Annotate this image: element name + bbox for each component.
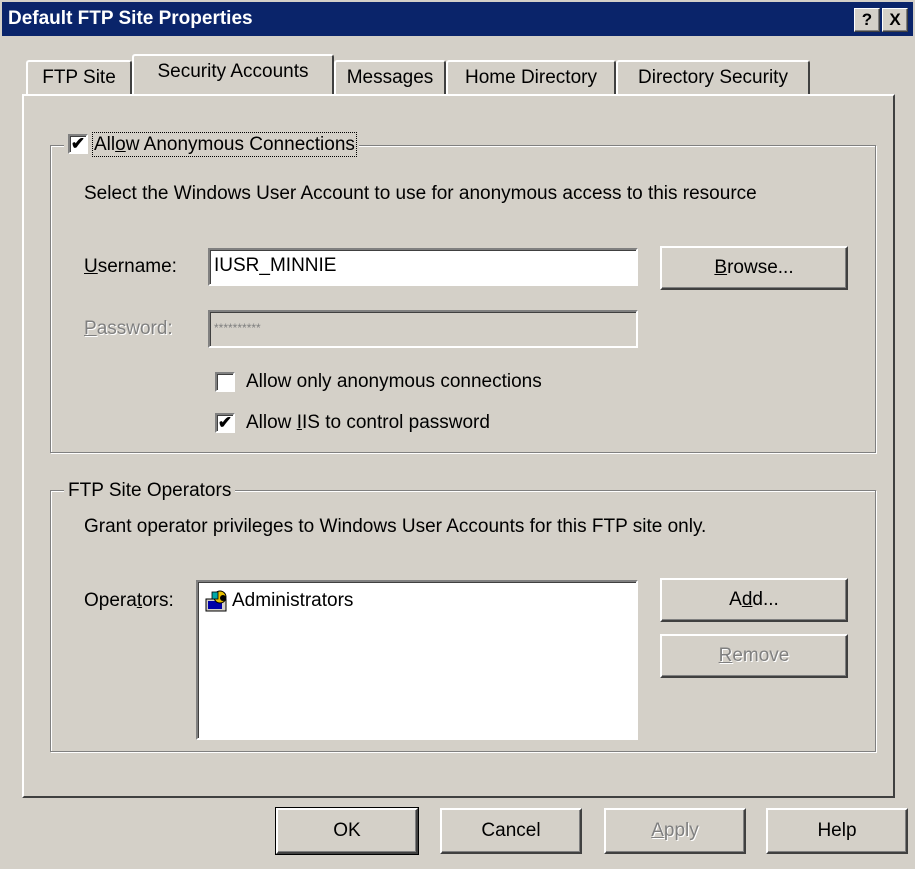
- ok-button[interactable]: OK: [275, 807, 419, 855]
- tab-label: Security Accounts: [157, 61, 309, 82]
- password-label: Password:: [84, 318, 173, 339]
- operators-legend: FTP Site Operators: [64, 478, 236, 504]
- password-input[interactable]: **********: [208, 310, 638, 348]
- operators-label: Operators:: [84, 590, 174, 611]
- tab-ftp-site[interactable]: FTP Site: [26, 60, 132, 94]
- help-button[interactable]: ?: [854, 8, 880, 32]
- allow-iis-password-label[interactable]: Allow IIS to control password: [246, 412, 490, 434]
- list-item-label: Administrators: [232, 590, 354, 611]
- tab-directory-security[interactable]: Directory Security: [616, 60, 810, 94]
- dialog-window: Default FTP Site Properties ? X FTP Site…: [0, 0, 915, 869]
- tab-security-accounts[interactable]: Security Accounts: [132, 54, 334, 94]
- tab-label: Home Directory: [465, 67, 597, 88]
- tab-label: Directory Security: [638, 67, 788, 88]
- allow-iis-password-checkbox[interactable]: ✔: [215, 413, 235, 433]
- anonymous-description: Select the Windows User Account to use f…: [84, 183, 757, 204]
- tab-label: FTP Site: [42, 67, 116, 88]
- tab-home-directory[interactable]: Home Directory: [446, 60, 616, 94]
- remove-button[interactable]: Remove: [660, 634, 848, 678]
- close-button[interactable]: X: [882, 8, 908, 32]
- allow-anonymous-label[interactable]: Allow Anonymous Connections: [92, 132, 357, 157]
- user-group-icon: [204, 589, 230, 613]
- window-title: Default FTP Site Properties: [8, 8, 253, 29]
- username-input[interactable]: IUSR_MINNIE: [208, 248, 638, 286]
- cancel-button[interactable]: Cancel: [440, 808, 582, 854]
- allow-only-anonymous-label[interactable]: Allow only anonymous connections: [246, 371, 542, 393]
- allow-only-anonymous-checkbox[interactable]: [215, 372, 235, 392]
- anonymous-legend: ✔ Allow Anonymous Connections: [64, 132, 359, 158]
- help-footer-button[interactable]: Help: [766, 808, 908, 854]
- browse-button[interactable]: Browse...: [660, 246, 848, 290]
- username-label: Username:: [84, 256, 177, 277]
- operators-listbox[interactable]: Administrators: [196, 580, 638, 740]
- operators-description: Grant operator privileges to Windows Use…: [84, 516, 707, 537]
- allow-anonymous-checkbox[interactable]: ✔: [68, 133, 88, 154]
- title-bar[interactable]: Default FTP Site Properties ? X: [2, 2, 913, 36]
- tab-messages[interactable]: Messages: [334, 60, 446, 94]
- list-item[interactable]: Administrators: [204, 588, 353, 614]
- tab-label: Messages: [346, 67, 434, 88]
- add-button[interactable]: Add...: [660, 578, 848, 622]
- apply-button[interactable]: Apply: [604, 808, 746, 854]
